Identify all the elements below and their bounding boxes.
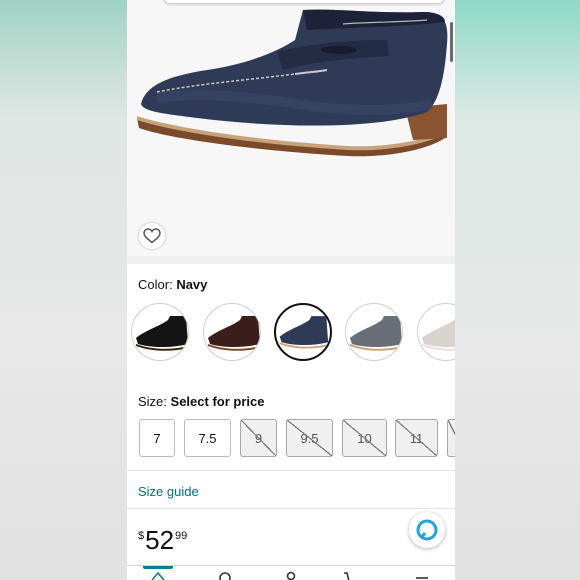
color-value: Navy xyxy=(176,277,208,292)
price: $ 52 99 xyxy=(138,527,187,553)
size-options: 7 7.5 9 9.5 10 11 xyxy=(139,419,455,457)
cart-icon[interactable] xyxy=(343,569,359,580)
size-label: Size: xyxy=(138,394,167,409)
menu-icon[interactable] xyxy=(414,569,430,580)
wishlist-heart-button[interactable] xyxy=(139,223,165,249)
product-image[interactable] xyxy=(127,0,455,256)
navy-loafer-thumbnail xyxy=(279,316,329,349)
black-loafer-thumbnail xyxy=(136,316,188,351)
color-selection-label: Color: Navy xyxy=(138,277,207,292)
bottom-navigation xyxy=(127,565,455,580)
alexa-icon xyxy=(416,519,438,541)
size-option-unavailable[interactable]: 11 xyxy=(395,419,438,457)
color-swatch-grey[interactable] xyxy=(345,303,403,361)
price-fraction: 99 xyxy=(175,530,188,542)
image-scrollbar[interactable] xyxy=(450,22,453,62)
size-selection-label: Size: Select for price xyxy=(138,394,264,409)
color-swatch-brown[interactable] xyxy=(203,303,261,361)
light-grey-loafer-thumbnail xyxy=(422,318,455,351)
background-left xyxy=(0,0,127,580)
size-option-unavailable[interactable]: 9.5 xyxy=(286,419,333,457)
divider-line xyxy=(127,470,455,471)
phone-screen: Color: Navy Size: Select for price 7 7.5… xyxy=(127,0,455,580)
size-option-unavailable[interactable]: 10 xyxy=(342,419,387,457)
color-label: Color: xyxy=(138,277,173,292)
section-divider xyxy=(127,256,455,264)
price-currency: $ xyxy=(138,530,145,542)
size-option-unavailable[interactable]: 9 xyxy=(240,419,277,457)
color-swatch-navy[interactable] xyxy=(274,303,332,361)
color-swatch-light-grey[interactable] xyxy=(417,303,455,361)
size-option[interactable]: 7 xyxy=(139,419,175,457)
size-value: Select for price xyxy=(170,394,265,409)
alexa-button[interactable] xyxy=(409,512,445,548)
brown-loafer-thumbnail xyxy=(208,316,260,351)
size-option[interactable]: 7.5 xyxy=(184,419,231,457)
size-guide-link[interactable]: Size guide xyxy=(138,484,199,499)
background-right xyxy=(455,0,580,580)
color-swatches xyxy=(131,303,455,361)
heart-icon xyxy=(143,228,161,244)
account-icon[interactable] xyxy=(283,569,299,580)
search-bar[interactable] xyxy=(163,0,445,4)
size-option-unavailable[interactable] xyxy=(447,419,455,457)
grey-loafer-thumbnail xyxy=(350,316,402,351)
loafer-shoe-image xyxy=(137,9,448,157)
home-icon[interactable] xyxy=(150,569,166,580)
price-whole: 52 xyxy=(145,525,175,555)
divider-line xyxy=(127,508,455,509)
color-swatch-black[interactable] xyxy=(131,303,189,361)
search-icon[interactable] xyxy=(217,569,233,580)
